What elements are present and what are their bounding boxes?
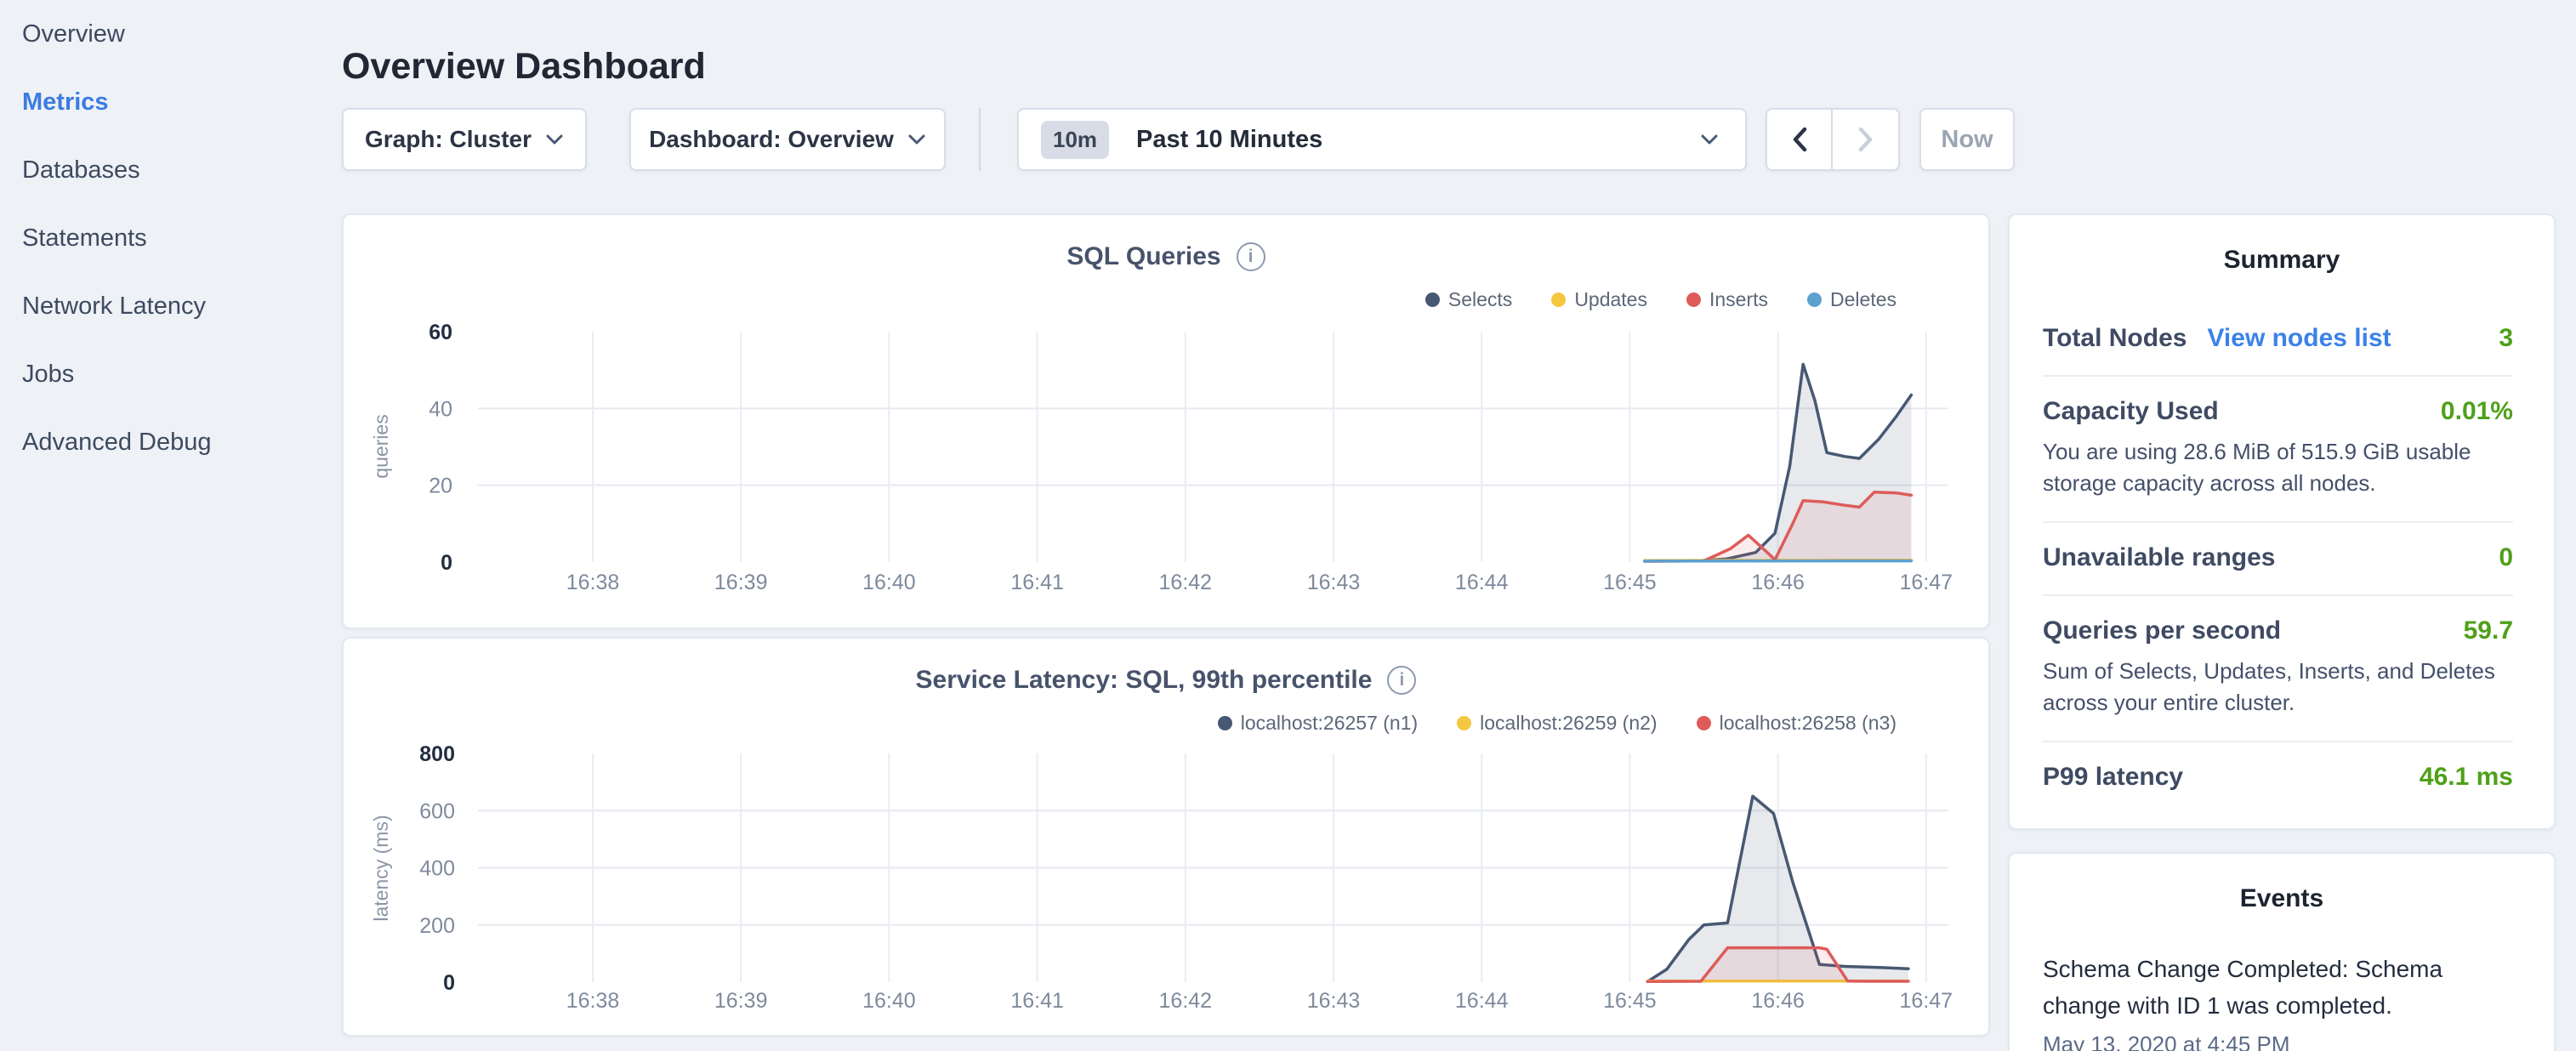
x-tick-label: 16:38 bbox=[566, 989, 620, 1013]
x-tick-label: 16:45 bbox=[1603, 989, 1657, 1013]
summary-row-label: Total Nodes bbox=[2043, 324, 2186, 353]
service-latency-chart-panel: Service Latency: SQL, 99th percentile i … bbox=[342, 637, 1990, 1037]
sidebar-item-advanced-debug[interactable]: Advanced Debug bbox=[22, 408, 311, 476]
sidebar-item-jobs[interactable]: Jobs bbox=[22, 340, 311, 408]
x-tick-label: 16:41 bbox=[1010, 571, 1064, 594]
x-tick-label: 16:46 bbox=[1751, 989, 1805, 1013]
view-nodes-list-link[interactable]: View nodes list bbox=[2207, 324, 2391, 353]
x-tick-label: 16:38 bbox=[566, 571, 620, 594]
events-body: Schema Change Completed: Schema change w… bbox=[2043, 951, 2521, 1051]
time-range-dropdown[interactable]: 10m Past 10 Minutes bbox=[1017, 108, 1747, 171]
sql-queries-chart-panel: SQL Queries i SelectsUpdatesInsertsDelet… bbox=[342, 213, 1990, 629]
sidebar-item-metrics[interactable]: Metrics bbox=[22, 68, 311, 136]
summary-row-value: 0.01% bbox=[2424, 397, 2513, 426]
graph-dropdown[interactable]: Graph: Cluster bbox=[342, 108, 587, 171]
time-step-buttons bbox=[1766, 108, 1900, 171]
x-tick-label: 16:39 bbox=[714, 571, 768, 594]
y-axis-unit-label: latency (ms) bbox=[370, 815, 392, 921]
x-tick-label: 16:46 bbox=[1751, 571, 1805, 594]
sidebar-item-statements[interactable]: Statements bbox=[22, 204, 311, 272]
service-latency-plot: 16:38 16:39 16:40 16:41 16:42 16:43 16:44 16:45… bbox=[344, 639, 1992, 1038]
graph-dropdown-label: Graph: Cluster bbox=[365, 126, 532, 153]
y-tick-label: 0 bbox=[441, 551, 452, 575]
app-root: OverviewMetricsDatabasesStatementsNetwor… bbox=[0, 0, 2576, 1051]
x-tick-label: 16:43 bbox=[1307, 571, 1361, 594]
y-tick-label: 200 bbox=[419, 914, 455, 938]
event-timestamp: May 13, 2020 at 4:45 PM bbox=[2043, 1031, 2521, 1051]
x-tick-label: 16:47 bbox=[1900, 571, 1953, 594]
y-axis-unit-label: queries bbox=[370, 414, 392, 478]
x-tick-label: 16:40 bbox=[862, 989, 916, 1013]
event-item: Schema Change Completed: Schema change w… bbox=[2043, 951, 2521, 1051]
summary-row-capacity-used: Capacity Used 0.01% You are using 28.6 MiB… bbox=[2043, 377, 2513, 523]
page-title: Overview Dashboard bbox=[342, 48, 706, 85]
summary-body: Total Nodes View nodes list 3 Capacity Used… bbox=[2043, 304, 2513, 814]
summary-row-queries-per-second: Queries per second 59.7 Sum of Selects, Up… bbox=[2043, 596, 2513, 742]
summary-row-unavailable-ranges: Unavailable ranges 0 bbox=[2043, 523, 2513, 596]
sidebar-item-network-latency[interactable]: Network Latency bbox=[22, 272, 311, 340]
dashboard-dropdown-label: Dashboard: Overview bbox=[649, 126, 894, 153]
chevron-down-icon bbox=[907, 134, 926, 145]
time-range-label: Past 10 Minutes bbox=[1136, 126, 1322, 154]
sidebar-item-databases[interactable]: Databases bbox=[22, 136, 311, 204]
summary-row-description: Sum of Selects, Updates, Inserts, and De… bbox=[2043, 656, 2513, 719]
chevron-left-icon bbox=[1791, 126, 1808, 153]
x-tick-label: 16:47 bbox=[1900, 989, 1953, 1013]
event-text: Schema Change Completed: Schema change w… bbox=[2043, 951, 2521, 1025]
time-range-badge: 10m bbox=[1041, 121, 1109, 159]
sql-queries-plot: 16:38 16:39 16:40 16:41 16:42 16:43 16:44 16:45… bbox=[344, 215, 1992, 631]
chevron-down-icon bbox=[545, 134, 564, 145]
summary-row-total-nodes: Total Nodes View nodes list 3 bbox=[2043, 304, 2513, 377]
summary-row-value: 0 bbox=[2482, 543, 2513, 572]
summary-row-label: P99 latency bbox=[2043, 763, 2183, 792]
sidebar-item-overview[interactable]: Overview bbox=[22, 0, 311, 68]
y-tick-label: 40 bbox=[429, 397, 452, 421]
x-tick-label: 16:44 bbox=[1455, 989, 1509, 1013]
controls-divider bbox=[979, 108, 981, 171]
summary-row-label: Capacity Used bbox=[2043, 397, 2219, 426]
y-tick-label: 0 bbox=[443, 971, 455, 995]
x-tick-label: 16:40 bbox=[862, 571, 916, 594]
sidebar-nav: OverviewMetricsDatabasesStatementsNetwor… bbox=[22, 0, 311, 476]
summary-row-value: 3 bbox=[2482, 324, 2513, 353]
dashboard-dropdown[interactable]: Dashboard: Overview bbox=[629, 108, 946, 171]
summary-title: Summary bbox=[2010, 246, 2554, 275]
x-tick-label: 16:45 bbox=[1603, 571, 1657, 594]
events-title: Events bbox=[2010, 884, 2554, 913]
x-tick-label: 16:42 bbox=[1159, 571, 1213, 594]
y-tick-label: 20 bbox=[429, 474, 452, 498]
y-tick-label: 800 bbox=[419, 742, 455, 766]
summary-row-label: Queries per second bbox=[2043, 616, 2281, 645]
summary-row-description: You are using 28.6 MiB of 515.9 GiB usab… bbox=[2043, 436, 2513, 499]
x-tick-label: 16:44 bbox=[1455, 571, 1509, 594]
y-tick-label: 600 bbox=[419, 799, 455, 823]
chevron-right-icon bbox=[1857, 126, 1874, 153]
time-next-button[interactable] bbox=[1833, 110, 1898, 169]
events-panel: Events Schema Change Completed: Schema c… bbox=[2008, 852, 2556, 1051]
x-tick-label: 16:43 bbox=[1307, 989, 1361, 1013]
now-button-label: Now bbox=[1941, 126, 1993, 154]
summary-row-value: 46.1 ms bbox=[2403, 763, 2513, 792]
x-tick-label: 16:41 bbox=[1010, 989, 1064, 1013]
x-tick-label: 16:42 bbox=[1159, 989, 1213, 1013]
y-tick-label: 60 bbox=[429, 321, 452, 344]
summary-panel: Summary Total Nodes View nodes list 3 Capac… bbox=[2008, 213, 2556, 830]
time-prev-button[interactable] bbox=[1767, 110, 1833, 169]
summary-row-value: 59.7 bbox=[2447, 616, 2513, 645]
y-tick-label: 400 bbox=[419, 857, 455, 881]
summary-row-label: Unavailable ranges bbox=[2043, 543, 2275, 572]
now-button[interactable]: Now bbox=[1919, 108, 2015, 171]
summary-row-p99-latency: P99 latency 46.1 ms bbox=[2043, 742, 2513, 814]
x-tick-label: 16:39 bbox=[714, 989, 768, 1013]
chevron-down-icon bbox=[1699, 133, 1720, 146]
